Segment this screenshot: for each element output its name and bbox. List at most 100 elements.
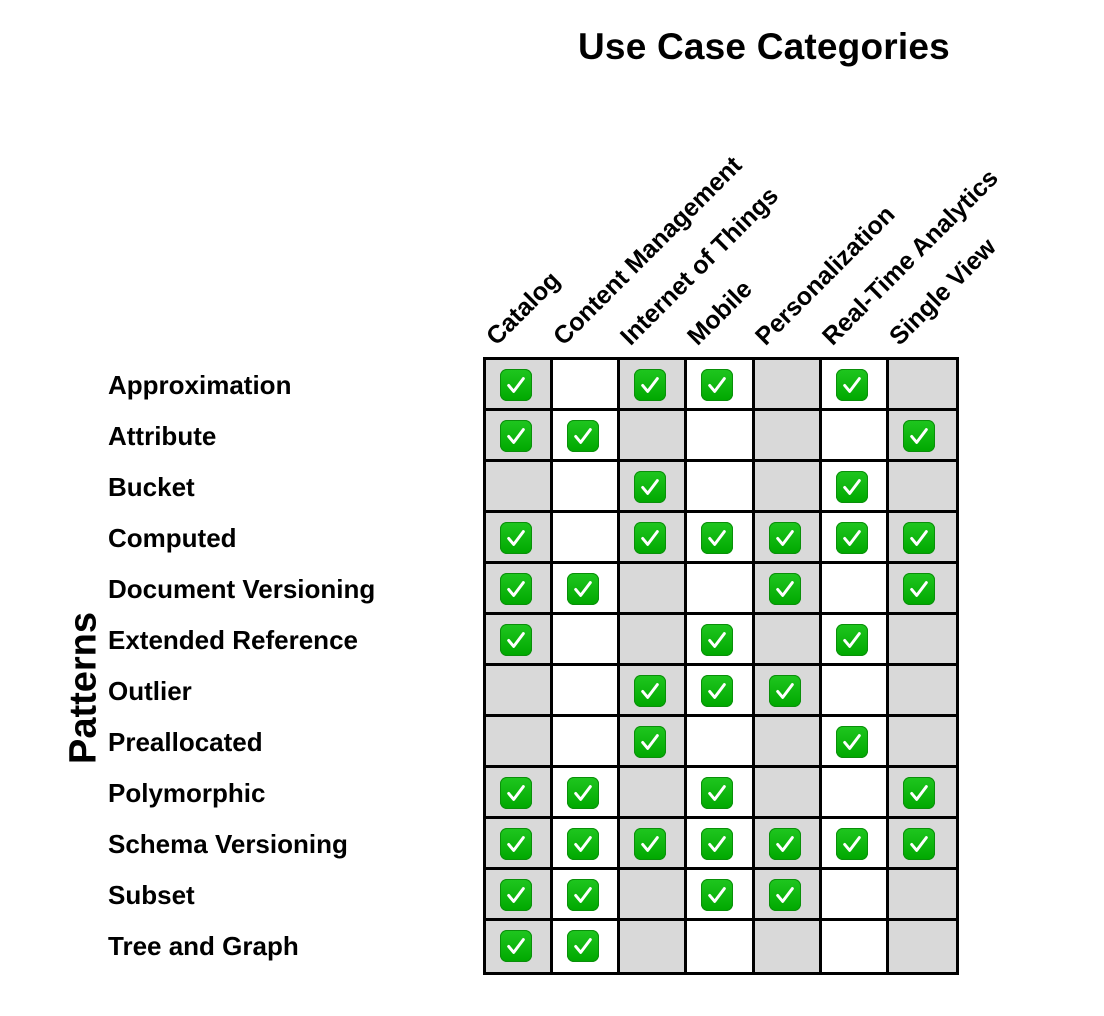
check-mark-icon — [902, 573, 935, 605]
table-cell — [888, 921, 956, 972]
check-mark-icon — [701, 675, 734, 707]
table-cell — [888, 717, 956, 768]
check-mark-icon — [835, 726, 868, 758]
check-mark-icon — [634, 369, 667, 401]
check-mark-icon — [701, 879, 734, 911]
row-label: Polymorphic — [108, 777, 266, 808]
check-mark-icon — [902, 777, 935, 809]
check-mark-icon — [835, 624, 868, 656]
table-cell — [620, 462, 688, 513]
table-cell — [486, 870, 554, 921]
row-label: Subset — [108, 879, 195, 910]
table-cell — [888, 819, 956, 870]
table-cell — [821, 513, 889, 564]
check-mark-icon — [902, 420, 935, 452]
table-cell — [553, 819, 621, 870]
table-cell — [553, 615, 621, 666]
row-label: Outlier — [108, 675, 192, 706]
table-cell — [620, 615, 688, 666]
chart-title: Use Case Categories — [578, 26, 950, 67]
table-cell — [821, 615, 889, 666]
table-cell — [620, 360, 688, 411]
table-cell — [620, 564, 688, 615]
check-mark-icon — [902, 828, 935, 860]
table-cell — [821, 717, 889, 768]
check-mark-icon — [701, 522, 734, 554]
table-cell — [888, 666, 956, 717]
table-cell — [687, 819, 755, 870]
row-label: Document Versioning — [108, 573, 376, 604]
table-cell — [553, 870, 621, 921]
table-cell — [620, 870, 688, 921]
table-cell — [620, 411, 688, 462]
table-cell — [620, 513, 688, 564]
check-mark-icon — [500, 879, 532, 911]
check-mark-icon — [835, 471, 868, 503]
table-cell — [687, 921, 755, 972]
table-cell — [553, 411, 621, 462]
check-mark-icon — [768, 573, 801, 605]
table-cell — [486, 615, 554, 666]
check-mark-icon — [567, 828, 600, 860]
column-label: Catalog — [480, 266, 566, 351]
check-mark-icon — [500, 777, 532, 809]
check-mark-icon — [634, 726, 667, 758]
pattern-usecase-grid — [483, 357, 959, 975]
check-mark-icon — [500, 828, 532, 860]
table-cell — [687, 411, 755, 462]
check-mark-icon — [768, 675, 801, 707]
y-axis-label: Patterns — [62, 611, 105, 765]
row-label: Schema Versioning — [108, 828, 348, 859]
check-mark-icon — [500, 369, 532, 401]
check-mark-icon — [835, 828, 868, 860]
table-cell — [754, 564, 822, 615]
check-mark-icon — [567, 777, 600, 809]
check-mark-icon — [701, 624, 734, 656]
table-cell — [754, 513, 822, 564]
row-label: Extended Reference — [108, 624, 358, 655]
table-cell — [754, 615, 822, 666]
check-mark-icon — [634, 471, 667, 503]
table-cell — [687, 360, 755, 411]
table-cell — [553, 513, 621, 564]
table-cell — [553, 717, 621, 768]
row-label: Tree and Graph — [108, 930, 299, 961]
check-mark-icon — [500, 930, 532, 962]
table-cell — [553, 768, 621, 819]
table-cell — [754, 411, 822, 462]
table-cell — [888, 513, 956, 564]
table-cell — [888, 870, 956, 921]
table-cell — [754, 666, 822, 717]
table-cell — [486, 411, 554, 462]
check-mark-icon — [768, 522, 801, 554]
check-mark-icon — [701, 369, 734, 401]
table-cell — [687, 513, 755, 564]
table-cell — [888, 615, 956, 666]
table-cell — [754, 462, 822, 513]
check-mark-icon — [500, 522, 532, 554]
table-cell — [888, 360, 956, 411]
table-cell — [821, 768, 889, 819]
table-cell — [754, 360, 822, 411]
table-cell — [486, 717, 554, 768]
table-cell — [486, 513, 554, 564]
table-cell — [687, 768, 755, 819]
table-cell — [620, 768, 688, 819]
table-cell — [486, 666, 554, 717]
table-cell — [553, 921, 621, 972]
table-cell — [687, 615, 755, 666]
table-cell — [486, 564, 554, 615]
check-mark-icon — [902, 522, 935, 554]
table-cell — [821, 411, 889, 462]
check-mark-icon — [500, 624, 532, 656]
table-cell — [821, 666, 889, 717]
row-label: Bucket — [108, 471, 195, 502]
table-cell — [821, 819, 889, 870]
table-cell — [553, 462, 621, 513]
row-label: Approximation — [108, 369, 292, 400]
table-cell — [888, 564, 956, 615]
table-cell — [754, 717, 822, 768]
table-cell — [553, 564, 621, 615]
table-cell — [821, 870, 889, 921]
table-cell — [888, 462, 956, 513]
